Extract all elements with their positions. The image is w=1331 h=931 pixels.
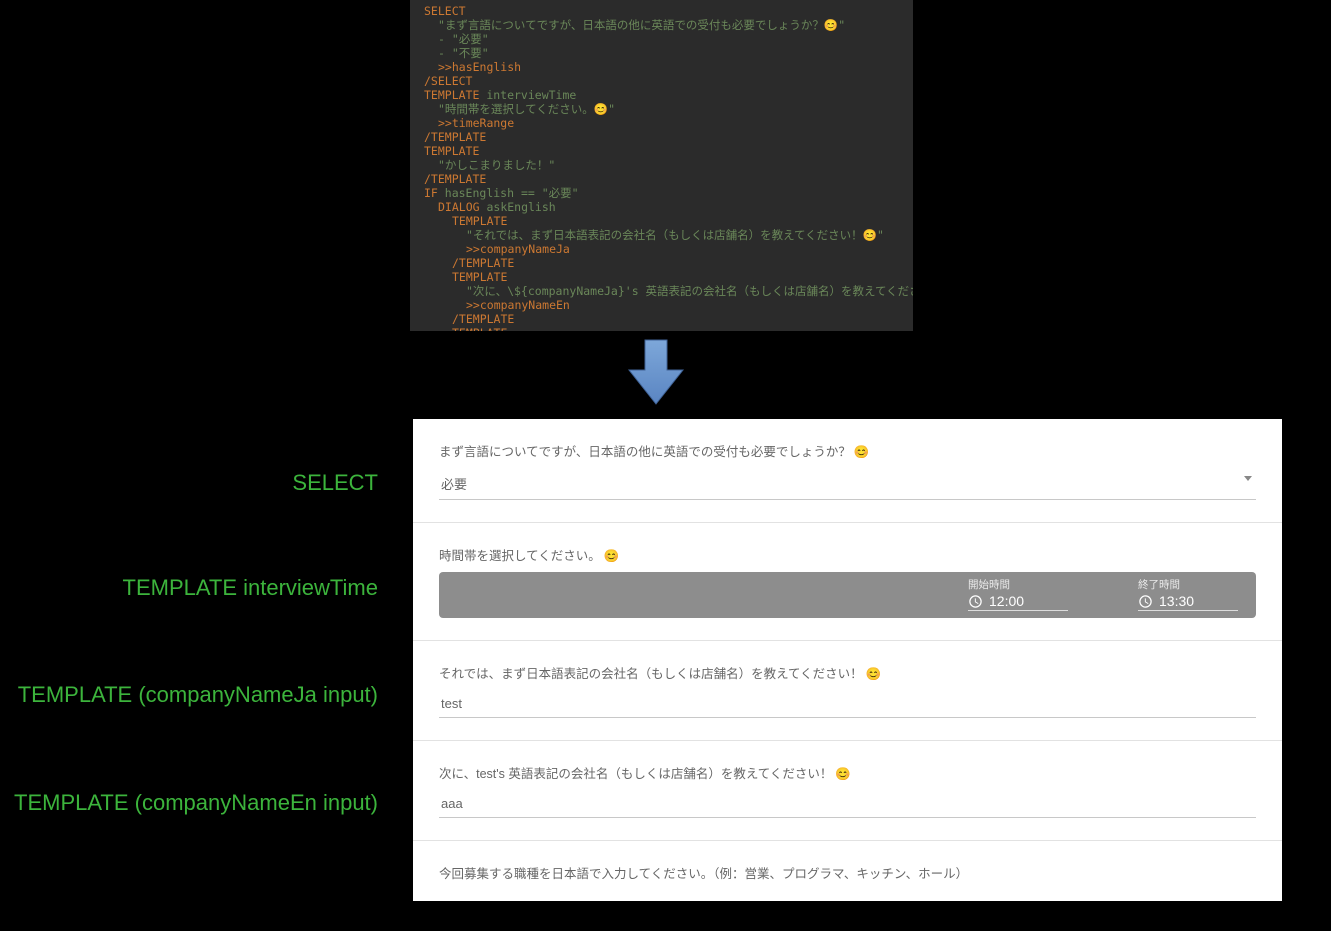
question-timerange-section: 時間帯を選択してください。😊 開始時間 12:00 終了時間 13:30 <box>413 523 1282 641</box>
smile-icon: 😊 <box>604 549 620 563</box>
question-jobtype-section: 今回募集する職種を日本語で入力してください。（例：営業、プログラマ、キッチン、ホ… <box>413 841 1282 882</box>
time-range-bar: 開始時間 12:00 終了時間 13:30 <box>439 572 1256 618</box>
question-language-label: まず言語についてですが、日本語の他に英語での受付も必要でしょうか？😊 <box>439 441 1256 460</box>
end-time-value: 13:30 <box>1159 593 1194 609</box>
question-companyen-label: 次に、test's 英語表記の会社名（もしくは店舗名）を教えてください！😊 <box>439 763 1256 782</box>
start-time-slot[interactable]: 開始時間 12:00 <box>968 572 1068 618</box>
language-select-value: 必要 <box>441 477 467 492</box>
question-timerange-label: 時間帯を選択してください。😊 <box>439 545 1256 564</box>
question-companyja-section: それでは、まず日本語表記の会社名（もしくは店舗名）を教えてください！😊 <box>413 641 1282 741</box>
annotation-template-companynameen: TEMPLATE (companyNameEn input) <box>0 790 390 816</box>
smile-icon: 😊 <box>866 667 882 681</box>
code-editor-panel: SELECT"まず言語についてですが、日本語の他に英語での受付も必要でしょうか？… <box>410 0 913 331</box>
annotation-select: SELECT <box>0 470 390 496</box>
start-time-caption: 開始時間 <box>968 577 1010 592</box>
question-jobtype-label: 今回募集する職種を日本語で入力してください。（例：営業、プログラマ、キッチン、ホ… <box>439 863 1256 882</box>
end-time-caption: 終了時間 <box>1138 577 1180 592</box>
arrow-down-icon <box>620 336 692 408</box>
company-name-en-input[interactable] <box>439 790 1256 818</box>
question-language-section: まず言語についてですが、日本語の他に英語での受付も必要でしょうか？😊 必要 <box>413 419 1282 523</box>
smile-icon: 😊 <box>854 445 870 459</box>
question-companyja-label: それでは、まず日本語表記の会社名（もしくは店舗名）を教えてください！😊 <box>439 663 1256 682</box>
clock-icon <box>1138 594 1153 609</box>
start-time-value: 12:00 <box>989 593 1024 609</box>
generated-form-panel: まず言語についてですが、日本語の他に英語での受付も必要でしょうか？😊 必要 時間… <box>413 419 1282 901</box>
annotation-template-companynameja: TEMPLATE (companyNameJa input) <box>0 682 390 708</box>
chevron-down-icon <box>1244 476 1252 481</box>
annotation-template-interviewtime: TEMPLATE interviewTime <box>0 575 390 601</box>
smile-icon: 😊 <box>835 767 851 781</box>
clock-icon <box>968 594 983 609</box>
question-companyen-section: 次に、test's 英語表記の会社名（もしくは店舗名）を教えてください！😊 <box>413 741 1282 841</box>
company-name-ja-input[interactable] <box>439 690 1256 718</box>
end-time-slot[interactable]: 終了時間 13:30 <box>1138 572 1238 618</box>
language-select[interactable]: 必要 <box>439 468 1256 500</box>
